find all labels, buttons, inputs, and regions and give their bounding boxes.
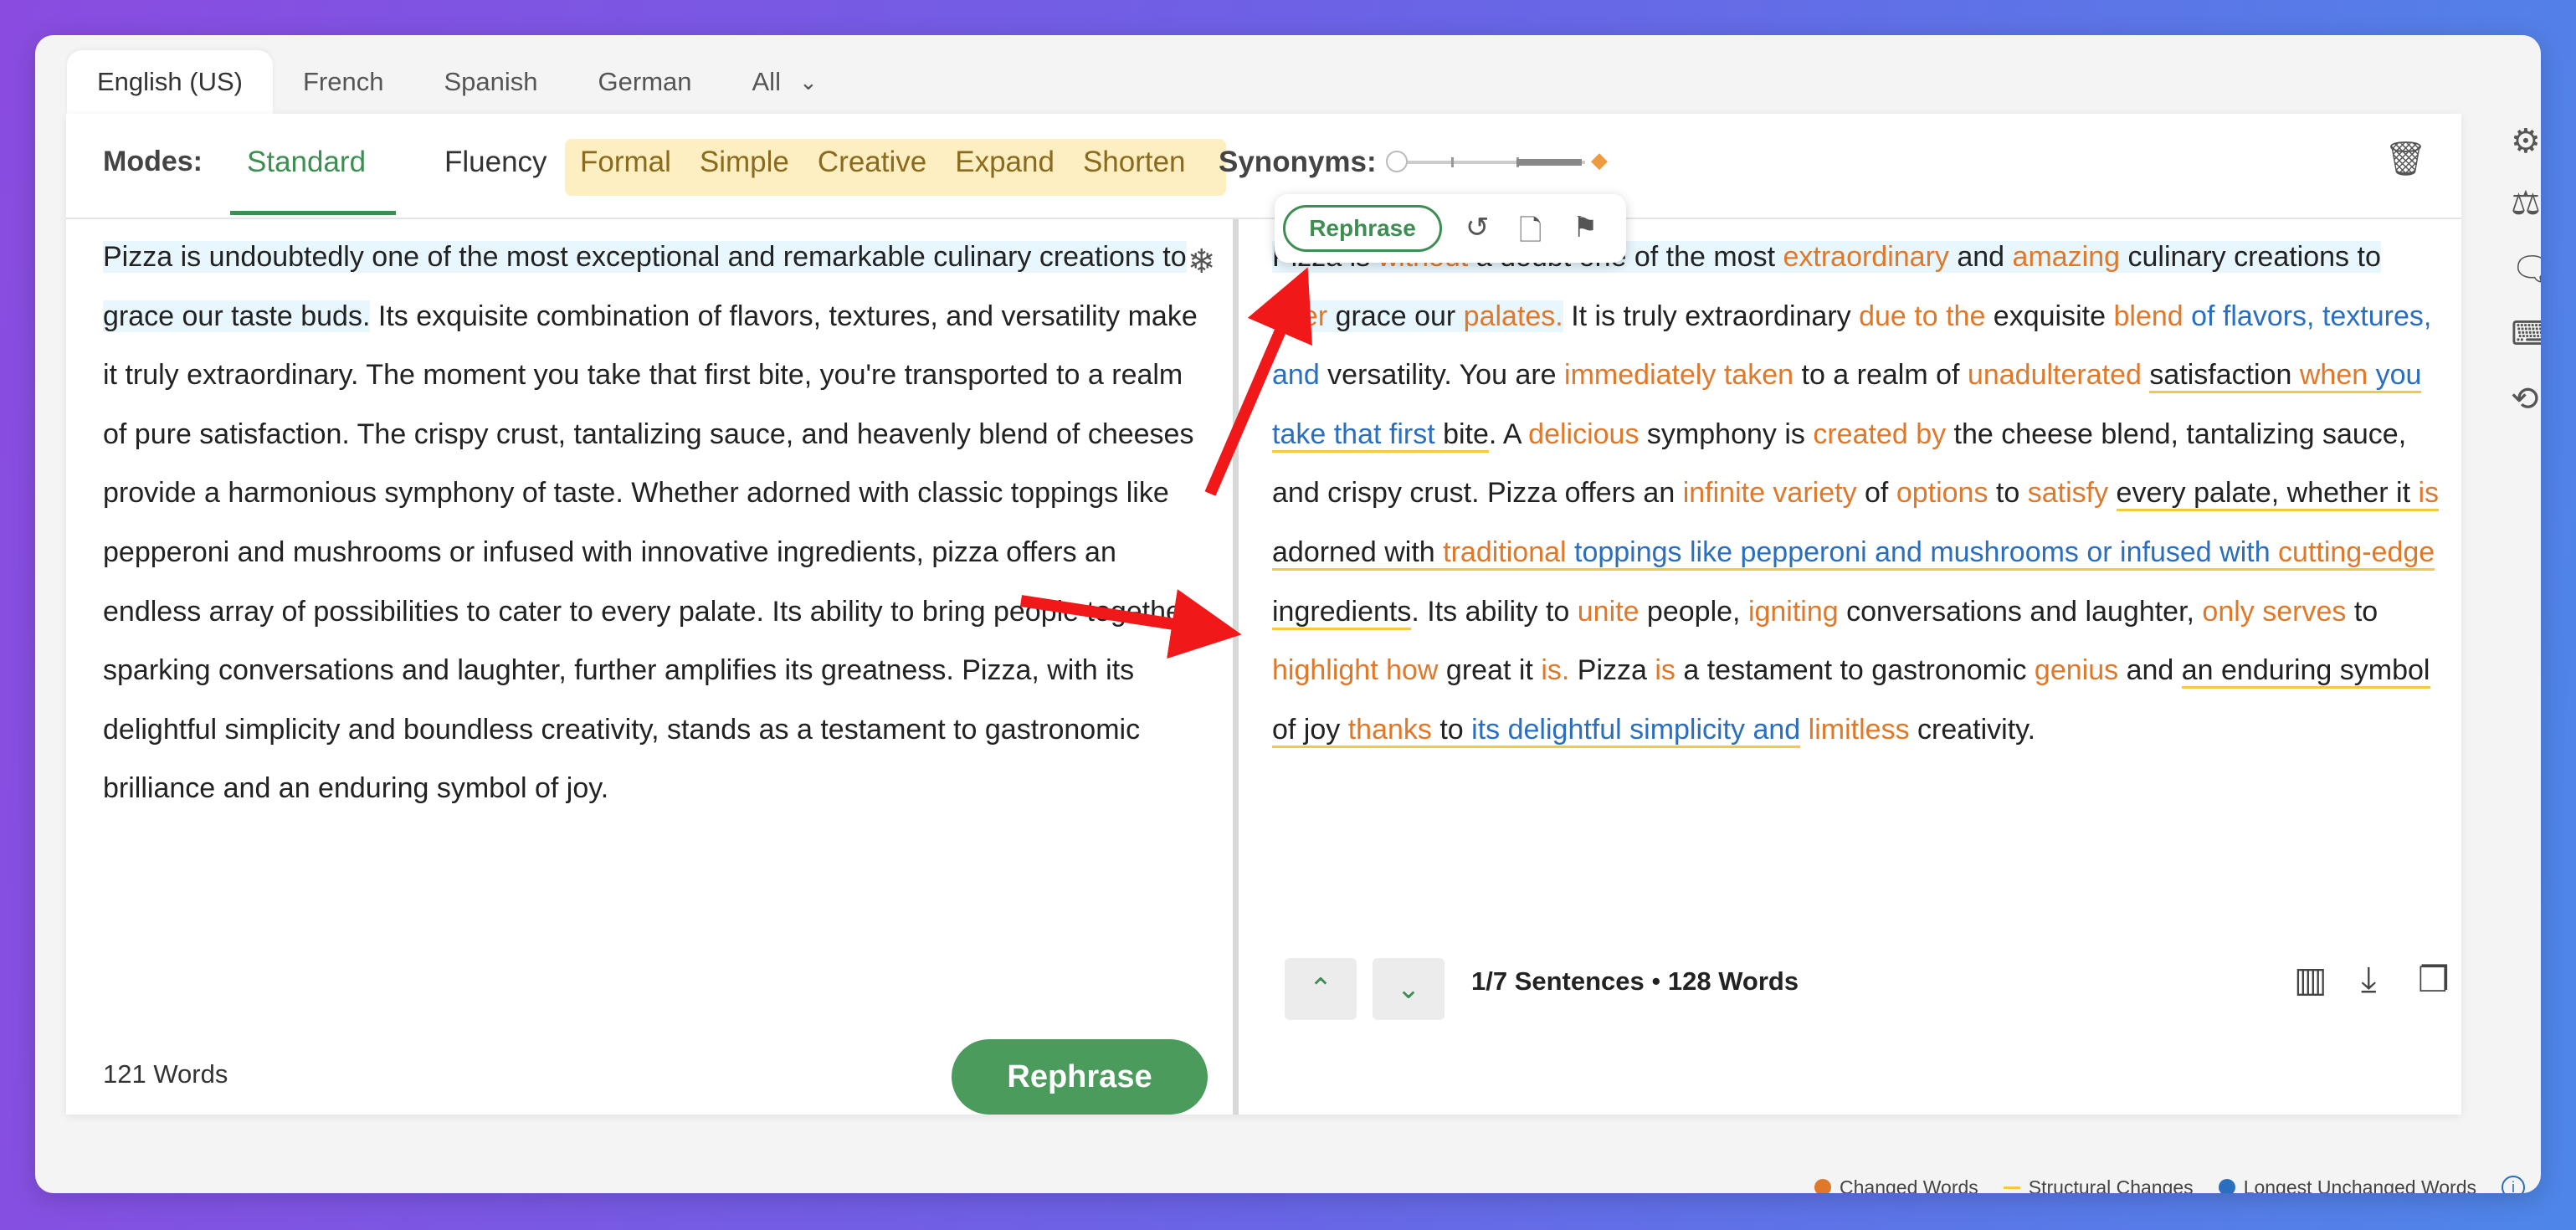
arrow-to-structural-change (1019, 589, 1242, 659)
arrow-to-first-sentence (1204, 267, 1312, 496)
annotation-arrows (1019, 267, 1312, 659)
